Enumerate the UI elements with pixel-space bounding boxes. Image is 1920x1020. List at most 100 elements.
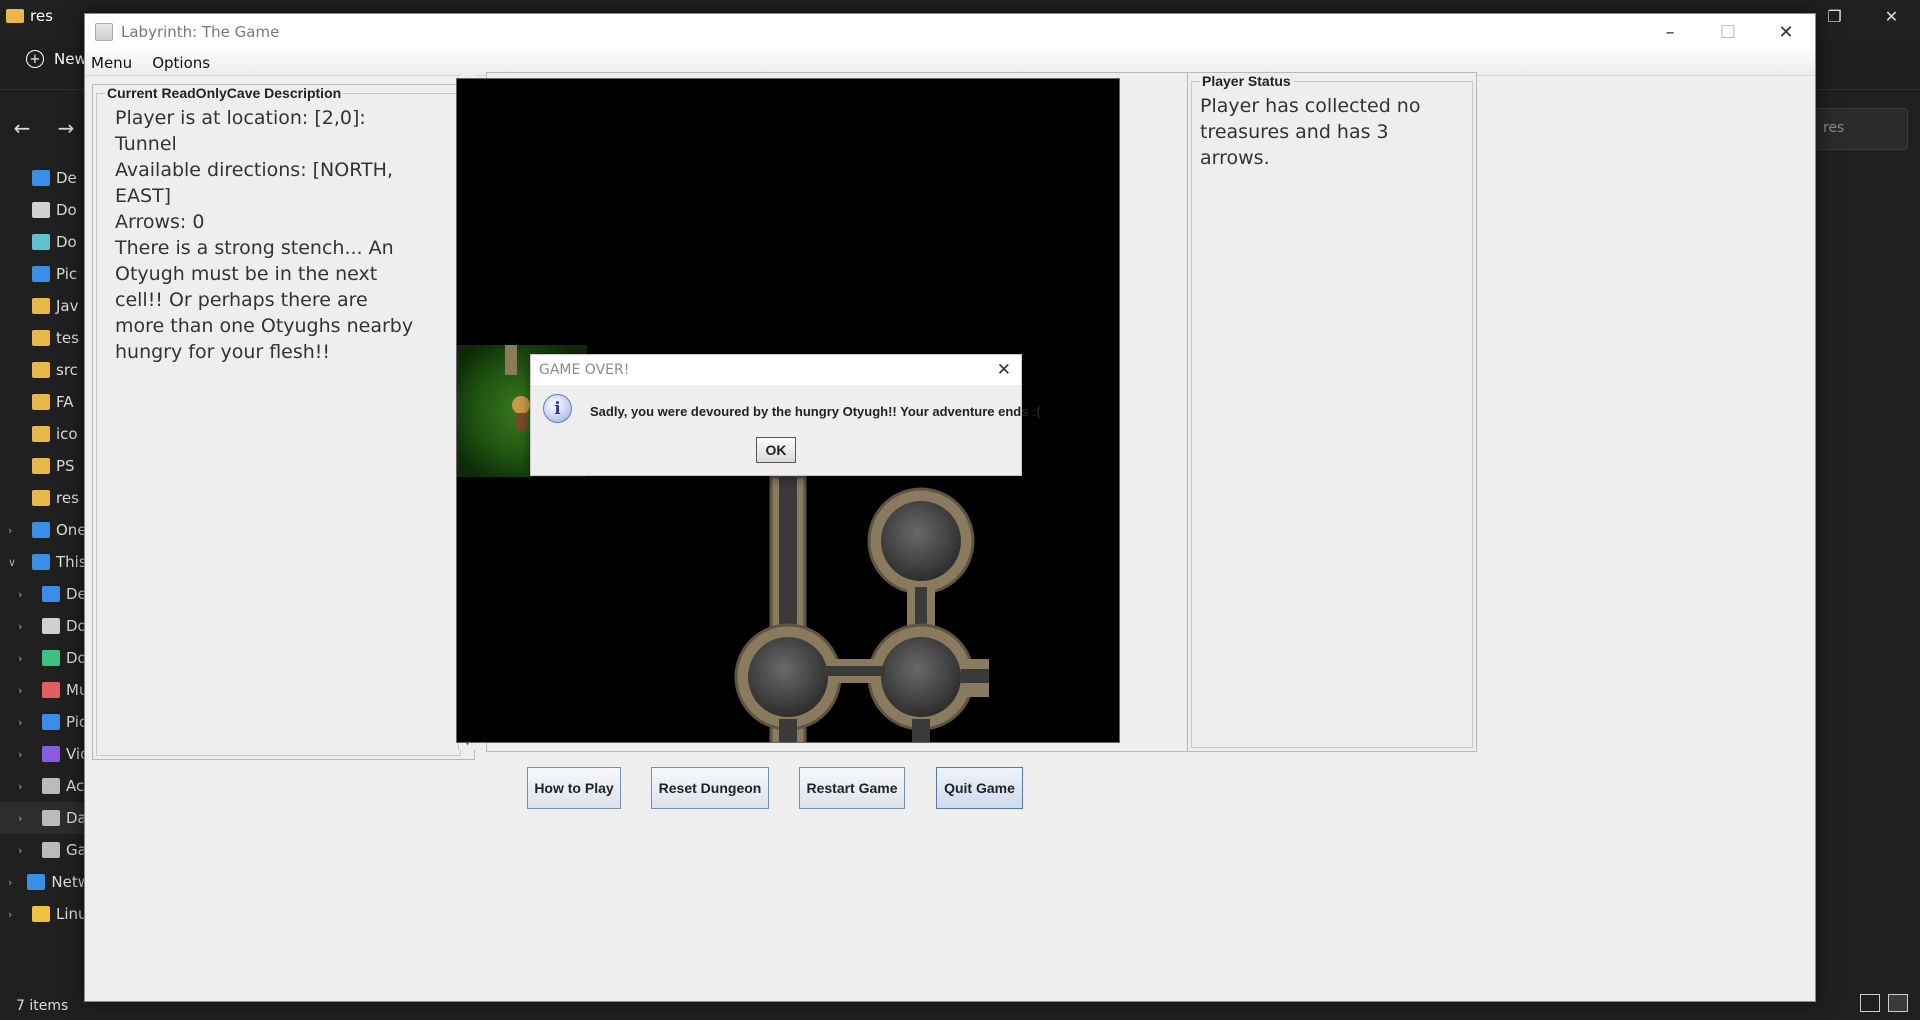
sidebar-item-label: Pic [56,265,78,283]
chevron-right-icon[interactable]: › [18,812,32,825]
sidebar-item[interactable]: › Ac [0,770,90,802]
sidebar-item[interactable]: › One [0,514,90,546]
sidebar-item[interactable]: › Linu [0,898,90,930]
desktop-icon [32,170,50,186]
chevron-right-icon[interactable]: › [8,876,17,889]
menu-options[interactable]: Options [152,54,210,72]
folder-icon [32,298,50,314]
game-titlebar: Labyrinth: The Game – ☐ ✕ [85,14,1815,50]
drive-icon [42,778,60,794]
close-icon[interactable]: ✕ [1757,14,1815,50]
sidebar-item-label: One [56,521,87,539]
chevron-right-icon[interactable]: › [18,716,32,729]
sidebar-item-label: De [56,169,77,187]
window-title: Labyrinth: The Game [121,23,280,41]
pictures-icon [32,266,50,282]
ok-button[interactable]: OK [756,437,796,463]
onedrive-icon [32,522,50,538]
description-line: Arrows: 0 [115,211,205,233]
folder-icon [6,9,24,23]
description-group: Current ReadOnlyCave Description Player … [96,85,461,756]
chevron-right-icon[interactable]: › [18,748,32,761]
chevron-right-icon[interactable]: › [18,652,32,665]
sidebar-item-label: res [56,489,79,507]
tiles-view-icon[interactable] [1888,994,1908,1012]
sidebar-item[interactable]: src [0,354,90,386]
new-button[interactable]: + New [26,50,87,68]
close-icon[interactable]: ✕ [1863,0,1920,32]
sidebar-item-label: src [56,361,78,379]
sidebar-item[interactable]: Pic [0,258,90,290]
description-line: more than one Otyughs nearby [115,315,414,337]
search-input[interactable]: res [1808,108,1908,150]
document-icon [32,202,50,218]
music-icon [42,682,60,698]
sidebar-item[interactable]: Jav [0,290,90,322]
cave-floor [881,637,961,717]
status-legend: Player Status [1202,73,1291,89]
sidebar-item[interactable]: De [0,162,90,194]
sidebar-item[interactable]: › Vid [0,738,90,770]
explorer-sidebar: De Do Do Pic Jav tes src FA ico PS res › One ∨ This › De… [0,162,90,930]
maximize-icon[interactable]: ☐ [1699,14,1757,50]
tunnel-floor [825,666,885,676]
dialog-title: GAME OVER! [531,355,1021,385]
sidebar-item-label: Ac [66,777,85,795]
sidebar-item[interactable]: res [0,482,90,514]
sidebar-item-label: Do [56,233,77,251]
chevron-right-icon[interactable]: › [8,908,22,921]
how-to-play-button[interactable]: How to Play [527,767,621,809]
close-icon[interactable]: ✕ [997,360,1011,380]
chevron-right-icon[interactable]: › [18,620,32,633]
download-icon [42,650,60,666]
game-over-dialog: GAME OVER! ✕ i Sadly, you were devoured … [530,354,1041,476]
sidebar-item[interactable]: › Ga [0,834,90,866]
sidebar-item[interactable]: › Mu [0,674,90,706]
sidebar-item[interactable]: › Netw [0,866,90,898]
sidebar-item[interactable]: › Pic [0,706,90,738]
quit-game-button[interactable]: Quit Game [936,767,1023,809]
cloud-icon [32,234,50,250]
sidebar-item[interactable]: › Do [0,642,90,674]
chevron-down-icon[interactable]: ∨ [8,556,22,569]
folder-icon [32,330,50,346]
sidebar-item[interactable]: FA [0,386,90,418]
description-line: There is a strong stench... An [115,237,394,259]
sidebar-item[interactable]: › Da [0,802,90,834]
chevron-right-icon[interactable]: › [18,684,32,697]
description-legend: Current ReadOnlyCave Description [107,85,342,101]
window-controls: – ☐ ✕ [1641,14,1815,50]
description-line: EAST] [115,185,172,207]
sidebar-item-label: PS [56,457,75,475]
minimize-icon[interactable]: – [1641,14,1699,50]
chevron-right-icon[interactable]: › [18,588,32,601]
sidebar-item[interactable]: Do [0,194,90,226]
sidebar-item[interactable]: Do [0,226,90,258]
sidebar-item-label: FA [56,393,74,411]
tunnel-floor [779,719,797,742]
status-text: Player has collected no treasures and ha… [1192,89,1472,171]
sidebar-item[interactable]: ∨ This [0,546,90,578]
sidebar-item[interactable]: › Do [0,610,90,642]
sidebar-item[interactable]: › De [0,578,90,610]
back-arrow-icon[interactable]: ← [0,116,44,140]
chevron-right-icon[interactable]: › [18,780,32,793]
reset-dungeon-button[interactable]: Reset Dungeon [651,767,769,809]
forward-arrow-icon[interactable]: → [44,116,88,140]
network-icon [27,874,46,890]
restart-game-button[interactable]: Restart Game [799,767,905,809]
cave-floor [748,637,828,717]
details-view-icon[interactable] [1860,994,1880,1012]
document-icon [42,618,60,634]
menu-menu[interactable]: Menu [91,54,132,72]
sidebar-item[interactable]: tes [0,322,90,354]
description-line: cell!! Or perhaps there are [115,289,368,311]
chevron-right-icon[interactable]: › [18,844,32,857]
sidebar-item-label: Do [56,201,77,219]
view-toggle [1860,994,1908,1012]
sidebar-item[interactable]: ico [0,418,90,450]
sidebar-item[interactable]: PS [0,450,90,482]
desktop-icon [42,586,60,602]
chevron-right-icon[interactable]: › [8,524,22,537]
description-line: Available directions: [NORTH, [115,159,393,181]
